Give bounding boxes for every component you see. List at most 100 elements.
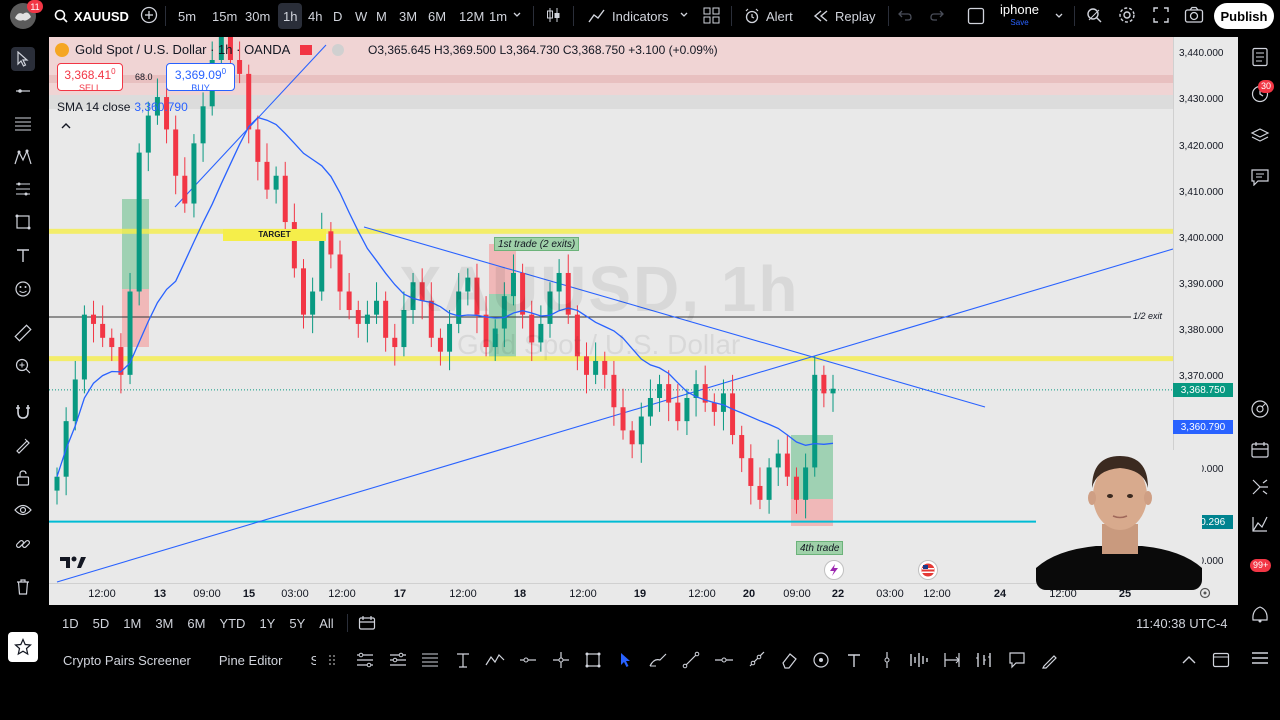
collapse-legend-icon[interactable] bbox=[61, 121, 71, 133]
pen-icon[interactable] bbox=[1033, 645, 1066, 675]
legend-title[interactable]: Gold Spot / U.S. Dollar · 1h · OANDA bbox=[75, 42, 290, 57]
ruler-tool-icon[interactable] bbox=[11, 321, 35, 345]
layouts-grid-icon[interactable] bbox=[703, 7, 720, 27]
layers-icon[interactable] bbox=[1249, 125, 1271, 147]
brush-icon[interactable] bbox=[642, 645, 675, 675]
rectangle-draw-icon[interactable] bbox=[577, 645, 610, 675]
range-1m[interactable]: 1M bbox=[116, 616, 148, 631]
settings-gear-icon[interactable] bbox=[1118, 6, 1136, 27]
date-range-icon[interactable] bbox=[936, 645, 969, 675]
replay-button[interactable]: Replay bbox=[807, 3, 881, 29]
magnet-icon[interactable] bbox=[11, 400, 35, 424]
interval-5m[interactable]: 5m bbox=[173, 3, 201, 29]
candle-type-icon[interactable] bbox=[544, 6, 562, 27]
hotlists-icon[interactable] bbox=[1249, 398, 1271, 420]
more-menu-icon[interactable] bbox=[1249, 647, 1271, 669]
link-icon[interactable] bbox=[11, 532, 35, 556]
trendline-draw-icon[interactable] bbox=[675, 645, 708, 675]
interval-w[interactable]: W bbox=[350, 3, 372, 29]
interval-6m[interactable]: 6M bbox=[423, 3, 451, 29]
interval-3m[interactable]: 3M bbox=[394, 3, 422, 29]
sma-indicator-legend[interactable]: SMA 14 close 3,360.790 bbox=[57, 100, 188, 114]
range-ytd[interactable]: YTD bbox=[212, 616, 252, 631]
bars-pattern-icon[interactable] bbox=[968, 645, 1001, 675]
interval-1h[interactable]: 1h bbox=[278, 3, 303, 29]
horizontal-line-icon[interactable] bbox=[707, 645, 740, 675]
interval-chevron-icon[interactable] bbox=[512, 8, 522, 23]
favorites-star-icon[interactable] bbox=[8, 632, 38, 662]
ideas-stream-icon[interactable] bbox=[1249, 476, 1271, 498]
maximize-panel-icon[interactable] bbox=[1212, 652, 1230, 673]
interval-4h[interactable]: 4h bbox=[303, 3, 327, 29]
pointer-icon[interactable] bbox=[609, 645, 642, 675]
path-tool-icon[interactable] bbox=[479, 645, 512, 675]
interval-m[interactable]: M bbox=[371, 3, 392, 29]
calendar-icon[interactable] bbox=[1249, 439, 1271, 461]
rectangle-tool-icon[interactable] bbox=[11, 210, 35, 234]
cursor-tool-icon[interactable] bbox=[11, 47, 35, 71]
quick-search-icon[interactable] bbox=[1085, 6, 1103, 27]
bottom-tab-0[interactable]: Crypto Pairs Screener bbox=[49, 653, 205, 668]
emoji-tool-icon[interactable] bbox=[11, 277, 35, 301]
horizontal-ray-icon[interactable] bbox=[512, 645, 545, 675]
range-1y[interactable]: 1Y bbox=[252, 616, 282, 631]
watchlist-icon[interactable] bbox=[1249, 46, 1271, 68]
indicators-button[interactable]: Indicators bbox=[582, 3, 674, 29]
bottom-tab-1[interactable]: Pine Editor bbox=[205, 653, 297, 668]
event-lightning-icon[interactable] bbox=[824, 560, 844, 580]
projection-tool-icon[interactable] bbox=[11, 177, 35, 201]
layout-name-button[interactable]: iphone Save bbox=[1000, 3, 1039, 29]
help-icon[interactable] bbox=[1249, 603, 1271, 625]
buy-button[interactable]: 3,369.090 BUY bbox=[166, 63, 235, 93]
callout-icon[interactable] bbox=[1001, 645, 1034, 675]
fullscreen-icon[interactable] bbox=[1152, 6, 1170, 27]
range-all[interactable]: All bbox=[312, 616, 340, 631]
range-3m[interactable]: 3M bbox=[148, 616, 180, 631]
long-position-icon[interactable] bbox=[349, 645, 382, 675]
undo-icon[interactable] bbox=[897, 8, 913, 25]
clock-timezone[interactable]: 11:40:38 UTC-4 bbox=[1136, 616, 1228, 631]
symbol-search[interactable]: XAUUSD bbox=[54, 4, 129, 28]
eye-icon[interactable] bbox=[11, 498, 35, 522]
range-5d[interactable]: 5D bbox=[86, 616, 117, 631]
go-to-date-icon[interactable] bbox=[354, 615, 380, 631]
camera-snapshot-icon[interactable] bbox=[1184, 6, 1204, 27]
add-symbol-icon[interactable] bbox=[140, 6, 158, 27]
sell-button[interactable]: 3,368.410 SELL bbox=[57, 63, 123, 93]
pattern-tool-icon[interactable] bbox=[11, 145, 35, 169]
zoom-in-icon[interactable] bbox=[11, 354, 35, 378]
range-6m[interactable]: 6M bbox=[180, 616, 212, 631]
vertical-line-icon[interactable] bbox=[870, 645, 903, 675]
layout-chevron-icon[interactable] bbox=[1054, 9, 1064, 24]
fib-tool-icon[interactable] bbox=[11, 111, 35, 135]
cross-line-icon[interactable] bbox=[544, 645, 577, 675]
us-flag-event-icon[interactable] bbox=[918, 560, 938, 580]
collapse-panel-chevron-icon[interactable] bbox=[1181, 653, 1197, 671]
range-1d[interactable]: 1D bbox=[55, 616, 86, 631]
text-tool-icon[interactable] bbox=[11, 243, 35, 267]
lock-icon[interactable] bbox=[11, 466, 35, 490]
short-position-icon[interactable] bbox=[381, 645, 414, 675]
interval-30m[interactable]: 30m bbox=[240, 3, 275, 29]
fib-retracement-icon[interactable] bbox=[414, 645, 447, 675]
eraser-icon[interactable] bbox=[773, 645, 806, 675]
legend-minus-icon[interactable] bbox=[332, 43, 345, 56]
indicators-chevron-icon[interactable] bbox=[679, 8, 689, 23]
text-draw-icon[interactable] bbox=[838, 645, 871, 675]
alert-button[interactable]: Alert bbox=[738, 3, 799, 29]
data-window-icon[interactable] bbox=[1249, 513, 1271, 535]
publish-button[interactable]: Publish bbox=[1214, 3, 1274, 29]
trend-line-tool-icon[interactable] bbox=[11, 79, 35, 103]
chat-icon[interactable] bbox=[1249, 166, 1271, 188]
redo-icon[interactable] bbox=[929, 8, 945, 25]
drag-handle-icon[interactable] bbox=[316, 645, 349, 675]
stay-drawing-icon[interactable] bbox=[11, 433, 35, 457]
anchored-vwap-icon[interactable] bbox=[446, 645, 479, 675]
trash-icon[interactable] bbox=[11, 575, 35, 599]
target-icon[interactable] bbox=[805, 645, 838, 675]
range-5y[interactable]: 5Y bbox=[282, 616, 312, 631]
ray-icon[interactable] bbox=[740, 645, 773, 675]
volume-profile-icon[interactable] bbox=[903, 645, 936, 675]
interval-d[interactable]: D bbox=[328, 3, 347, 29]
axis-settings-icon[interactable] bbox=[1199, 587, 1211, 602]
